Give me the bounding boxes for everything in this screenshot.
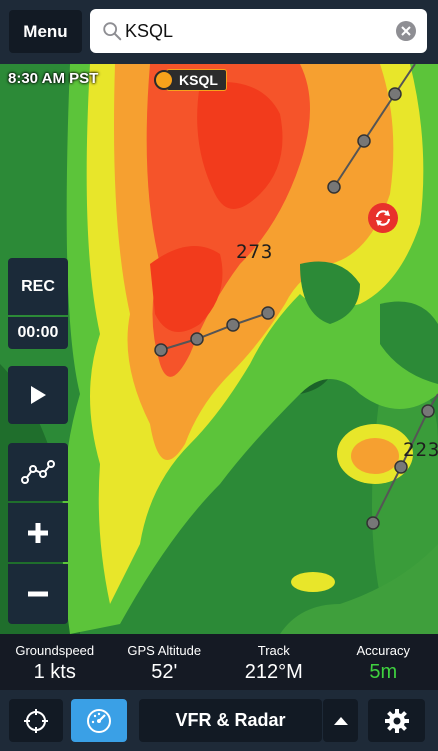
instrument-value: 1 kts [33,661,76,683]
search-box[interactable] [90,9,427,53]
top-bar: Menu [0,0,438,64]
instrument-value: 52' [151,661,178,683]
instrument-label: Groundspeed [15,643,95,658]
airport-marker[interactable]: KSQL [154,69,227,91]
airport-dot-icon [154,70,174,90]
zoom-in-button[interactable] [8,503,68,562]
gauge-icon [87,708,111,733]
airport-label: KSQL [166,69,227,91]
record-timer: 00:00 [8,317,68,349]
instrument-groundspeed[interactable]: Groundspeed 1 kts [0,634,110,690]
clear-icon[interactable] [396,21,416,41]
instrument-value: 212°M [244,661,303,683]
play-button[interactable] [8,366,68,424]
instruments-toggle-button[interactable] [71,699,127,742]
play-icon [31,386,46,404]
layers-expand-button[interactable] [323,699,358,742]
instrument-label: Accuracy [356,643,410,658]
chevron-up-icon [333,716,348,725]
map-layers-button[interactable]: VFR & Radar [139,699,322,742]
instrument-strip: Groundspeed 1 kts GPS Altitude 52' Track… [0,634,438,690]
current-time: 8:30 AM PST [8,70,99,87]
track-up-button[interactable] [9,699,63,742]
bottom-toolbar: VFR & Radar [0,690,438,751]
settings-button[interactable] [368,699,425,742]
menu-button[interactable]: Menu [9,10,82,53]
record-button[interactable]: REC [8,258,68,315]
instrument-value: 5m [369,661,398,683]
gear-icon [384,708,409,733]
instrument-label: GPS Altitude [127,643,202,658]
search-icon [103,22,122,41]
route-button[interactable] [8,443,68,501]
crosshair-icon [24,708,48,733]
plus-icon [28,522,48,543]
instrument-accuracy[interactable]: Accuracy 5m [329,634,438,690]
route-label: 273 [236,241,274,263]
route-label: 223 [403,439,438,461]
zoom-out-button[interactable] [8,564,68,624]
refresh-icon[interactable] [368,203,398,233]
search-input[interactable] [125,20,385,42]
instrument-track[interactable]: Track 212°M [219,634,329,690]
instrument-gps-altitude[interactable]: GPS Altitude 52' [110,634,220,690]
minus-icon [28,591,48,597]
route-icon [21,460,55,484]
instrument-label: Track [257,643,290,658]
